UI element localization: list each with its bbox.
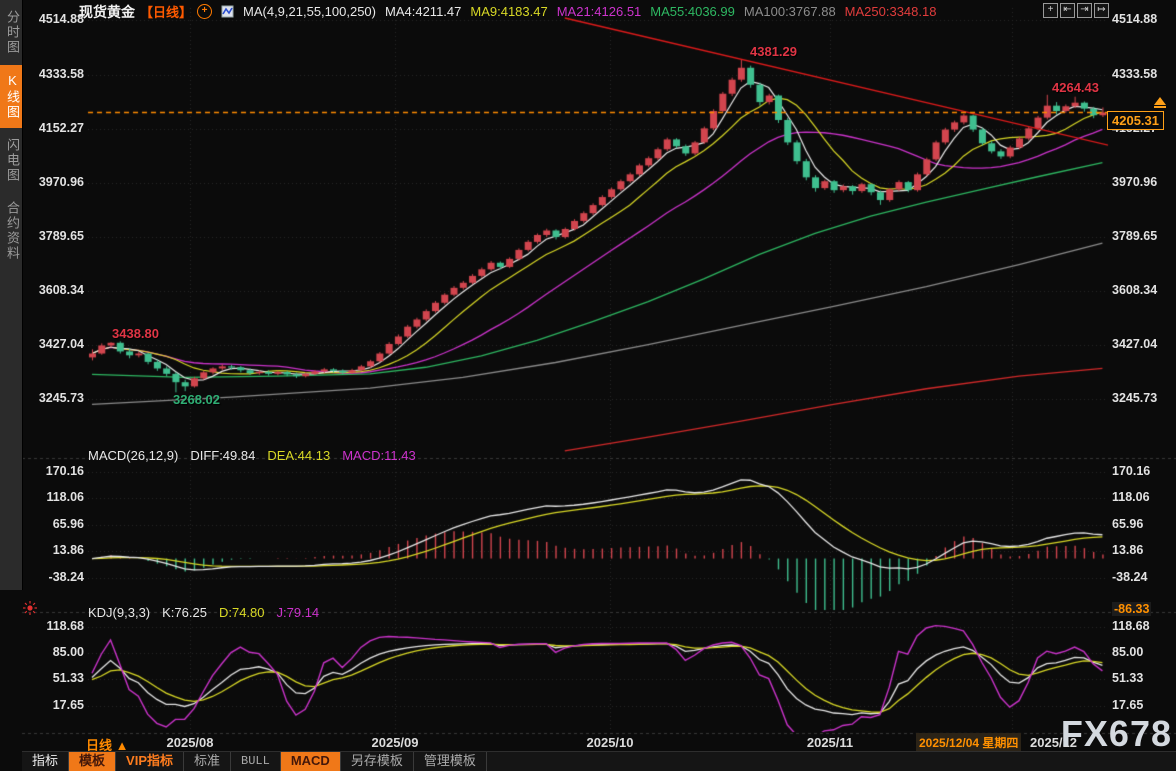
main-axis-label: 4514.88	[1112, 12, 1157, 26]
ma9-value: MA9:4183.47	[470, 4, 547, 19]
kdj-axis-label: 85.00	[1112, 645, 1143, 659]
main-axis-label: 4152.27	[24, 121, 84, 135]
month-label: 2025/10	[575, 735, 645, 750]
timeline-row: 日线 ▲ 2025/08 2025/09 2025/10 2025/11 202…	[0, 735, 1176, 752]
symbol-name: 现货黄金	[79, 2, 135, 22]
fx678-watermark: FX678	[1061, 713, 1172, 755]
main-axis-label: 3789.65	[24, 229, 84, 243]
main-axis-label: 3608.34	[24, 283, 84, 297]
chart-window: 分时图 K线图 闪电图 合约资料 现货黄金 【日线】 + MA(4,9,21,5…	[0, 0, 1176, 771]
macd-title: MACD(26,12,9)	[88, 448, 178, 463]
macd-axis-label: 65.96	[24, 517, 84, 531]
macd-dea-value: DEA:44.13	[267, 448, 330, 463]
macd-low-label: -86.33	[1112, 602, 1151, 616]
macd-axis-label: -38.24	[24, 570, 84, 584]
kdj-header: KDJ(9,3,3) K:76.25 D:74.80 J:79.14	[88, 605, 319, 620]
ma55-value: MA55:4036.99	[650, 4, 735, 19]
sidebar-item-kline[interactable]: K线图	[0, 65, 22, 128]
kdj-j-value: J:79.14	[277, 605, 320, 620]
macd-axis-label: -38.24	[1112, 570, 1147, 584]
main-axis-label: 3970.96	[24, 175, 84, 189]
ma21-value: MA21:4126.51	[557, 4, 642, 19]
macd-diff-value: DIFF:49.84	[190, 448, 255, 463]
main-axis-label: 4514.88	[24, 12, 84, 26]
overlay-indicator-icon[interactable]	[221, 5, 234, 18]
main-axis-label: 3427.04	[24, 337, 84, 351]
kdj-axis-label: 17.65	[24, 698, 84, 712]
main-axis-label: 3245.73	[1112, 391, 1157, 405]
main-axis-label: 3970.96	[1112, 175, 1157, 189]
macd-axis-label: 65.96	[1112, 517, 1143, 531]
pan-icon[interactable]: +	[1043, 3, 1058, 18]
main-axis-label: 3427.04	[1112, 337, 1157, 351]
ma100-value: MA100:3767.88	[744, 4, 836, 19]
macd-axis-label: 118.06	[24, 490, 84, 504]
month-label: 2025/08	[155, 735, 225, 750]
kdj-axis-label: 118.68	[24, 619, 84, 633]
macd-axis-label: 118.06	[1112, 490, 1150, 504]
ma4-value: MA4:4211.47	[385, 4, 461, 19]
tab-template[interactable]: 模板	[69, 752, 116, 771]
macd-axis-label: 13.86	[1112, 543, 1143, 557]
ma250-value: MA250:3348.18	[845, 4, 937, 19]
kdj-axis-label: 118.68	[1112, 619, 1150, 633]
macd-axis-label: 170.16	[1112, 464, 1150, 478]
jump-latest-icon[interactable]: ↦	[1094, 3, 1109, 18]
indicator-settings-icon[interactable]	[22, 600, 38, 621]
macd-header: MACD(26,12,9) DIFF:49.84 DEA:44.13 MACD:…	[88, 448, 416, 463]
swing-high-annotation: 3438.80	[112, 326, 159, 341]
price-chart-canvas[interactable]	[0, 0, 1176, 771]
ma-group-label: MA(4,9,21,55,100,250)	[243, 4, 376, 19]
kdj-title: KDJ(9,3,3)	[88, 605, 150, 620]
tab-indicators[interactable]: 指标	[22, 752, 69, 771]
main-axis-label: 3608.34	[1112, 283, 1157, 297]
macd-macd-value: MACD:11.43	[342, 448, 415, 463]
sidebar-item-lightning[interactable]: 闪电图	[0, 130, 22, 191]
sidebar-item-timeshare[interactable]: 分时图	[0, 2, 22, 63]
compress-left-icon[interactable]: ⇤	[1060, 3, 1075, 18]
chart-tool-icons: + ⇤ ⇥ ↦	[1043, 3, 1109, 18]
sidebar-item-contract-info[interactable]: 合约资料	[0, 193, 22, 269]
last-price-label: 4205.31	[1107, 111, 1164, 130]
bottom-toolbar: 指标 模板 VIP指标 标准 BULL MACD 另存模板 管理模板	[22, 751, 1176, 771]
peak-high-annotation: 4381.29	[750, 44, 797, 59]
recent-high-annotation: 4264.43	[1052, 80, 1099, 95]
tab-save-template[interactable]: 另存模板	[341, 752, 414, 771]
kdj-axis-label: 51.33	[1112, 671, 1143, 685]
latest-price-arrow-icon[interactable]	[1154, 97, 1166, 105]
kdj-k-value: K:76.25	[162, 605, 207, 620]
month-label: 2025/09	[360, 735, 430, 750]
tab-standard[interactable]: 标准	[184, 752, 231, 771]
tab-vip-indicators[interactable]: VIP指标	[116, 752, 184, 771]
tab-manage-template[interactable]: 管理模板	[414, 752, 487, 771]
kdj-axis-label: 17.65	[1112, 698, 1143, 712]
tab-macd[interactable]: MACD	[281, 752, 341, 771]
swing-low-annotation: 3268.02	[173, 392, 220, 407]
compress-right-icon[interactable]: ⇥	[1077, 3, 1092, 18]
macd-axis-label: 13.86	[24, 543, 84, 557]
main-axis-label: 4333.58	[24, 67, 84, 81]
kdj-d-value: D:74.80	[219, 605, 265, 620]
add-indicator-icon[interactable]: +	[197, 4, 212, 19]
main-axis-label: 3789.65	[1112, 229, 1157, 243]
left-sidebar: 分时图 K线图 闪电图 合约资料	[0, 0, 23, 590]
macd-axis-label: 170.16	[24, 464, 84, 478]
kdj-axis-label: 51.33	[24, 671, 84, 685]
chart-header: 现货黄金 【日线】 + MA(4,9,21,55,100,250) MA4:42…	[79, 3, 936, 20]
main-axis-label: 3245.73	[24, 391, 84, 405]
main-axis-label: 4333.58	[1112, 67, 1157, 81]
month-label: 2025/11	[795, 735, 865, 750]
period-tag: 【日线】	[140, 2, 192, 21]
tab-bull[interactable]: BULL	[231, 752, 281, 771]
current-date-badge: 2025/12/04 星期四	[916, 733, 1021, 752]
kdj-axis-label: 85.00	[24, 645, 84, 659]
